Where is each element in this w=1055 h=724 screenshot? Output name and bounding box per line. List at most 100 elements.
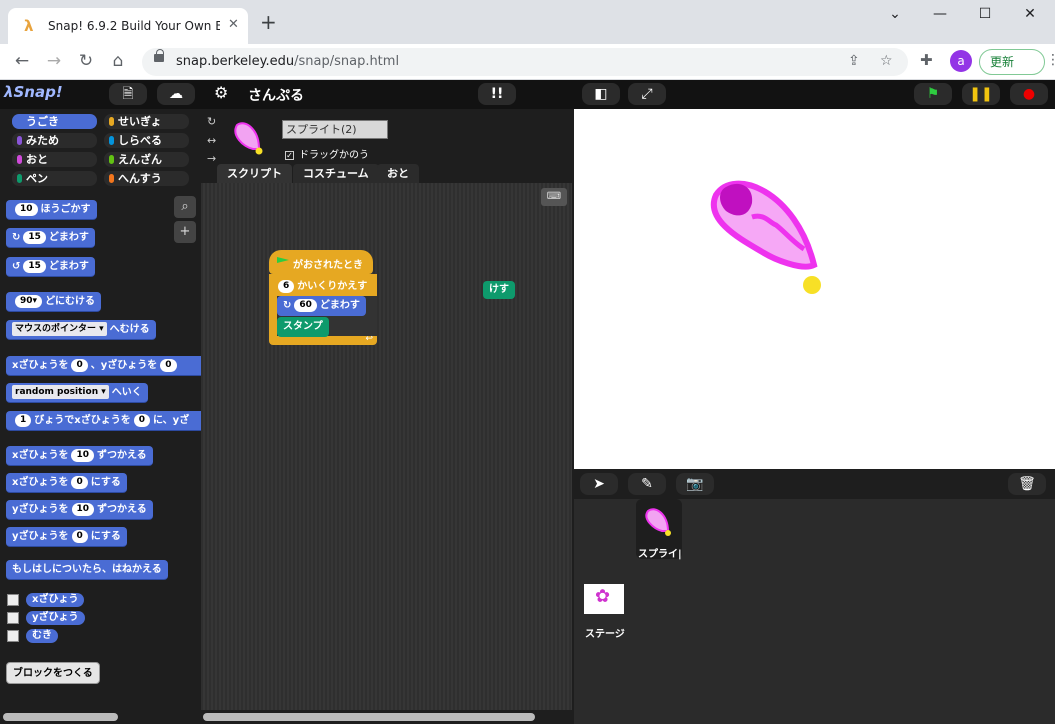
- category-looks[interactable]: みため: [12, 133, 97, 148]
- add-block-icon[interactable]: +: [174, 221, 196, 243]
- x-position-checkbox[interactable]: [7, 594, 19, 606]
- home-icon[interactable]: ⌂: [106, 50, 130, 72]
- keyboard-entry-icon[interactable]: ⌨: [541, 188, 567, 206]
- pause-icon[interactable]: ❚❚: [962, 83, 1000, 105]
- block-bounce[interactable]: もしはしについたら、はねかえる: [6, 560, 168, 580]
- rotation-any-icon[interactable]: ↻: [207, 115, 216, 128]
- draggable-checkbox[interactable]: ✓ ドラッグかのう: [285, 146, 369, 161]
- tab-costumes[interactable]: コスチューム: [293, 164, 379, 183]
- category-operators[interactable]: えんざん: [104, 152, 189, 167]
- browser-menu-icon[interactable]: ⋮: [1046, 52, 1055, 68]
- tab-close-icon[interactable]: ✕: [228, 17, 239, 32]
- trash-icon[interactable]: 🗑: [1008, 473, 1046, 495]
- url-text: snap.berkeley.edu/snap/snap.html: [176, 54, 400, 69]
- category-pen[interactable]: ペン: [12, 171, 97, 186]
- snap-topbar: λSnap! 🗎 ☁ ⚙ さんぷる !! ◧ ⤢ ⚑ ❚❚ ●: [0, 80, 1055, 109]
- project-title: さんぷる: [248, 88, 304, 104]
- turtle-arrow-icon[interactable]: ➤: [580, 473, 618, 495]
- minimize-icon[interactable]: —: [930, 6, 950, 22]
- presentation-mode-icon[interactable]: ⤢: [628, 83, 666, 105]
- reporter-y-position[interactable]: yざひょう: [26, 611, 85, 625]
- bookmark-star-icon[interactable]: ☆: [880, 53, 893, 69]
- rotation-none-icon[interactable]: →: [207, 152, 216, 165]
- cloud-menu-icon[interactable]: ☁: [157, 83, 195, 105]
- settings-gear-icon[interactable]: ⚙: [214, 83, 228, 102]
- snap-logo[interactable]: λSnap!: [4, 83, 63, 101]
- stage[interactable]: [572, 109, 1055, 469]
- block-point-direction[interactable]: 90▾ どにむける: [6, 292, 102, 312]
- rotate-cw-icon: ↻: [12, 232, 21, 243]
- sprite-thumbnail-image: [645, 508, 671, 536]
- extensions-puzzle-icon[interactable]: ✚: [920, 51, 933, 69]
- sprite-thumbnail[interactable]: スプライ|: [636, 499, 682, 560]
- scripts-area[interactable]: ⌨ がおされたとき 6 かいくりかえす ↩ ↻ 60 どまわす スタンプ けす: [201, 183, 572, 710]
- y-position-checkbox[interactable]: [7, 612, 19, 624]
- block-when-flag-clicked[interactable]: がおされたとき: [269, 250, 373, 274]
- direction-checkbox[interactable]: [7, 630, 19, 642]
- category-control[interactable]: せいぎょ: [104, 114, 189, 129]
- tab-sounds[interactable]: おと: [377, 164, 419, 183]
- category-sensing[interactable]: しらべる: [104, 133, 189, 148]
- maximize-icon[interactable]: ☐: [975, 6, 995, 22]
- tab-scripts[interactable]: スクリプト: [217, 164, 292, 183]
- block-stamp[interactable]: スタンプ: [277, 317, 329, 337]
- block-turn-ccw[interactable]: ↺ 15 どまわす: [6, 257, 95, 277]
- block-change-y[interactable]: yざひょうを 10 ずつかえる: [6, 500, 153, 520]
- close-window-icon[interactable]: ✕: [1020, 6, 1040, 22]
- block-turn-cw[interactable]: ↻ 15 どまわす: [6, 228, 95, 248]
- scripts-scrollbar[interactable]: [203, 713, 535, 721]
- category-motion[interactable]: うごき: [12, 114, 97, 129]
- stage-flower-icon: ✿: [595, 586, 611, 607]
- block-set-y[interactable]: yざひょうを 0 にする: [6, 527, 127, 547]
- paint-brush-icon[interactable]: ✎: [628, 473, 666, 495]
- search-blocks-icon[interactable]: ⌕: [174, 196, 196, 218]
- block-clear[interactable]: けす: [483, 281, 515, 299]
- browser-tab[interactable]: λ Snap! 6.9.2 Build Your Own Block ✕: [8, 8, 248, 44]
- block-turn-cw-script[interactable]: ↻ 60 どまわす: [277, 296, 366, 316]
- tab-search-chevron-icon[interactable]: ⌄: [885, 6, 905, 22]
- unused-blocks-icon[interactable]: !!: [478, 83, 516, 105]
- sprite-info-bar: ↻ ↔ → スプライト(2) ✓ ドラッグかのう スクリプト コスチューム おと: [201, 109, 572, 183]
- loop-arrow-icon: ↩: [365, 334, 373, 344]
- category-variables[interactable]: へんすう: [104, 171, 189, 186]
- green-flag-icon[interactable]: ⚑: [914, 83, 952, 105]
- category-sound[interactable]: おと: [12, 152, 97, 167]
- profile-avatar[interactable]: a: [950, 50, 972, 72]
- rotate-cw-icon: ↻: [283, 300, 292, 311]
- stage-size-toggle-icon[interactable]: ◧: [582, 83, 620, 105]
- block-goto-xy[interactable]: xざひょうを 0 、yざひょうを 0: [6, 356, 201, 376]
- reload-icon[interactable]: ↻: [74, 50, 98, 72]
- block-goto[interactable]: random position ▾ へいく: [6, 383, 148, 403]
- rotate-ccw-icon: ↺: [12, 261, 21, 272]
- green-flag-icon: [277, 257, 289, 263]
- update-button[interactable]: 更新: [979, 49, 1045, 75]
- block-point-towards[interactable]: マウスのポインター ▾ へむける: [6, 320, 156, 340]
- block-palette: ⌕ + 10 ほうごかす ↻ 15 どまわす ↺ 15 どまわす 90▾ どにむける マウス…: [0, 194, 201, 710]
- camera-icon[interactable]: 📷: [676, 473, 714, 495]
- sprite-costume-thumbnail: [234, 122, 263, 155]
- make-block-button[interactable]: ブロックをつくる: [6, 662, 100, 684]
- file-menu-icon[interactable]: 🗎: [109, 83, 147, 105]
- block-set-x[interactable]: xざひょうを 0 にする: [6, 473, 127, 493]
- forward-icon[interactable]: →: [42, 50, 66, 72]
- back-icon[interactable]: ←: [10, 50, 34, 72]
- new-tab-icon[interactable]: +: [260, 12, 277, 32]
- share-icon[interactable]: ⇪: [848, 53, 860, 69]
- reporter-direction[interactable]: むき: [26, 629, 58, 643]
- rotation-lr-icon[interactable]: ↔: [207, 134, 216, 147]
- lock-icon: [154, 49, 164, 62]
- palette-scrollbar[interactable]: [3, 713, 118, 721]
- sprite-on-stage[interactable]: [704, 173, 824, 303]
- address-bar[interactable]: snap.berkeley.edu/snap/snap.html ⇪ ☆: [142, 48, 908, 76]
- browser-titlebar: λ Snap! 6.9.2 Build Your Own Block ✕ + ⌄…: [0, 0, 1055, 44]
- block-change-x[interactable]: xざひょうを 10 ずつかえる: [6, 446, 153, 466]
- sprite-name-field[interactable]: スプライト(2): [282, 120, 388, 139]
- block-glide[interactable]: 1 びょうでxざひょうを 0 に、yざ: [6, 411, 201, 431]
- stage-thumbnail[interactable]: ✿: [584, 584, 624, 614]
- block-move[interactable]: 10 ほうごかす: [6, 200, 97, 220]
- stop-icon[interactable]: ●: [1010, 83, 1048, 105]
- reporter-x-position[interactable]: xざひょう: [26, 593, 85, 607]
- corral-toolbar: ➤ ✎ 📷 🗑: [574, 469, 1055, 499]
- browser-toolbar: ← → ↻ ⌂ snap.berkeley.edu/snap/snap.html…: [0, 44, 1055, 80]
- snap-favicon-icon: λ: [24, 17, 34, 35]
